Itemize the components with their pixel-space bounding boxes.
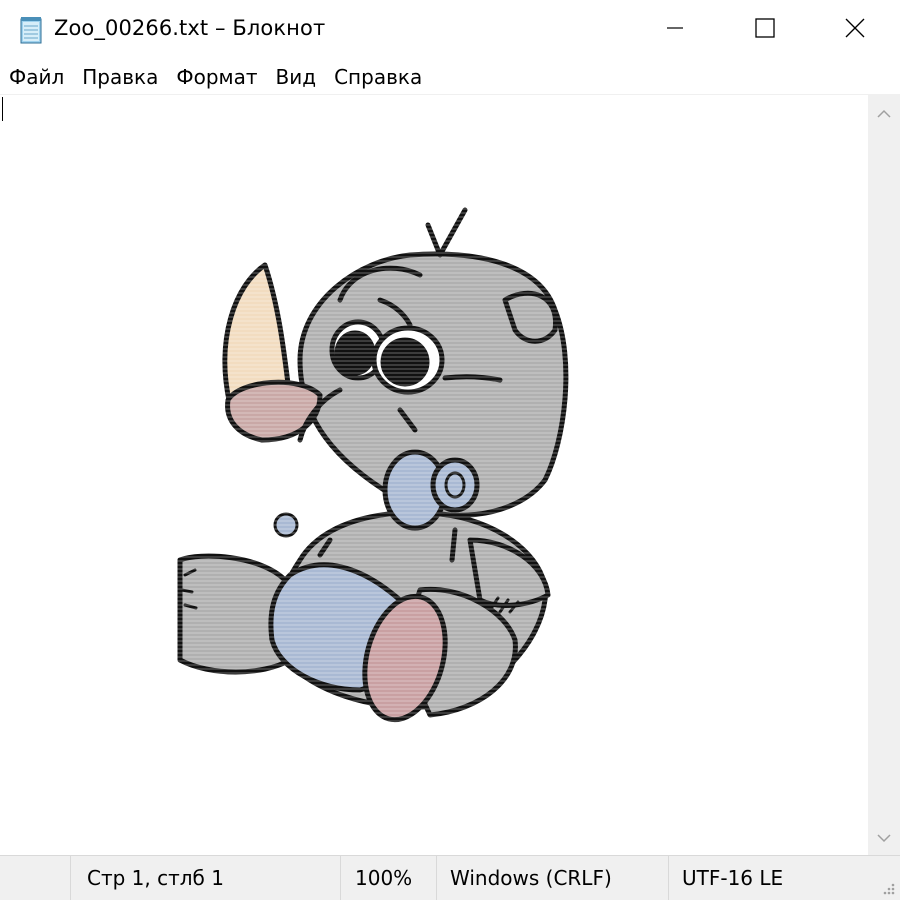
maximize-button[interactable] <box>720 0 810 60</box>
minimize-icon <box>665 18 685 42</box>
menu-format[interactable]: Формат <box>167 60 266 94</box>
chevron-up-icon <box>877 104 891 123</box>
line-endings: Windows (CRLF) <box>436 856 668 900</box>
minimize-button[interactable] <box>630 0 720 60</box>
title-bar[interactable]: Zoo_00266.txt – Блокнот <box>0 0 900 60</box>
resize-grip-icon[interactable] <box>880 880 896 896</box>
menu-view[interactable]: Вид <box>267 60 326 94</box>
notepad-icon <box>19 15 45 45</box>
ascii-art-rhino <box>150 200 590 740</box>
encoding: UTF-16 LE <box>668 856 868 900</box>
cursor-position: Стр 1, стлб 1 <box>70 856 340 900</box>
menu-bar: Файл Правка Формат Вид Справка <box>0 60 900 94</box>
close-button[interactable] <box>810 0 900 60</box>
menu-edit[interactable]: Правка <box>73 60 167 94</box>
scroll-down-button[interactable] <box>868 819 900 855</box>
scroll-up-button[interactable] <box>868 95 900 131</box>
vertical-scrollbar[interactable] <box>868 95 900 855</box>
zoom-level: 100% <box>340 856 436 900</box>
notepad-window: Zoo_00266.txt – Блокнот Файл Правка Форм… <box>0 0 900 900</box>
text-editor[interactable] <box>0 95 868 855</box>
menu-help[interactable]: Справка <box>325 60 431 94</box>
close-icon <box>844 17 866 43</box>
window-title: Zoo_00266.txt – Блокнот <box>54 16 326 40</box>
status-bar: Стр 1, стлб 1 100% Windows (CRLF) UTF-16… <box>0 855 900 900</box>
maximize-icon <box>754 17 776 43</box>
menu-file[interactable]: Файл <box>0 60 73 94</box>
chevron-down-icon <box>877 828 891 847</box>
